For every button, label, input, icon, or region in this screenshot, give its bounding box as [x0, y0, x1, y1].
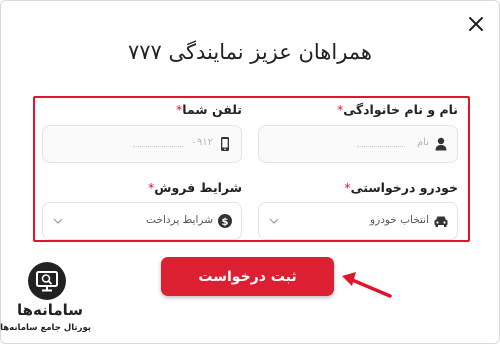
phone-input[interactable]: ۰۹۱۲ [42, 125, 242, 163]
name-input[interactable]: نام [258, 125, 458, 163]
submit-request-button[interactable]: ثبت درخواست [161, 257, 334, 296]
phone-field-label: تلفن شما* [175, 102, 242, 117]
watermark-name: سامانه‌ها [16, 301, 84, 319]
placeholder-dots [357, 146, 405, 147]
modal-title: همراهان عزیز نمایندگی ۷۷۷ [127, 40, 373, 64]
sale-terms-select[interactable]: $ شرایط پرداخت [42, 202, 242, 240]
close-icon [469, 17, 483, 31]
svg-text:$: $ [222, 217, 229, 228]
car-select[interactable]: انتخاب خودرو [258, 202, 458, 240]
arrow-annotation-icon [342, 272, 392, 298]
name-placeholder: نام [416, 137, 429, 148]
phone-placeholder: ۰۹۱۲ [191, 137, 213, 148]
watermark-logo: سامانه‌ها پورتال جامع سامانه‌ها [0, 262, 91, 340]
car-select-value: انتخاب خودرو [370, 214, 429, 226]
watermark-subtitle: پورتال جامع سامانه‌ها [0, 323, 91, 333]
name-field-label: نام و نام خانوادگی* [336, 102, 458, 117]
user-icon [435, 137, 447, 151]
sale-terms-value: شرایط پرداخت [146, 214, 213, 226]
chevron-down-icon [53, 218, 63, 224]
close-button[interactable] [466, 14, 486, 34]
logo-badge [28, 262, 66, 300]
car-field-label: خودرو درخواستی* [344, 180, 458, 195]
mobile-phone-icon [221, 137, 229, 151]
chevron-down-icon [269, 218, 279, 224]
sale-terms-field-label: شرایط فروش* [147, 180, 242, 195]
monitor-search-icon [36, 271, 58, 292]
car-icon [434, 216, 448, 227]
placeholder-dots [133, 146, 183, 147]
dollar-coin-icon: $ [218, 214, 232, 228]
